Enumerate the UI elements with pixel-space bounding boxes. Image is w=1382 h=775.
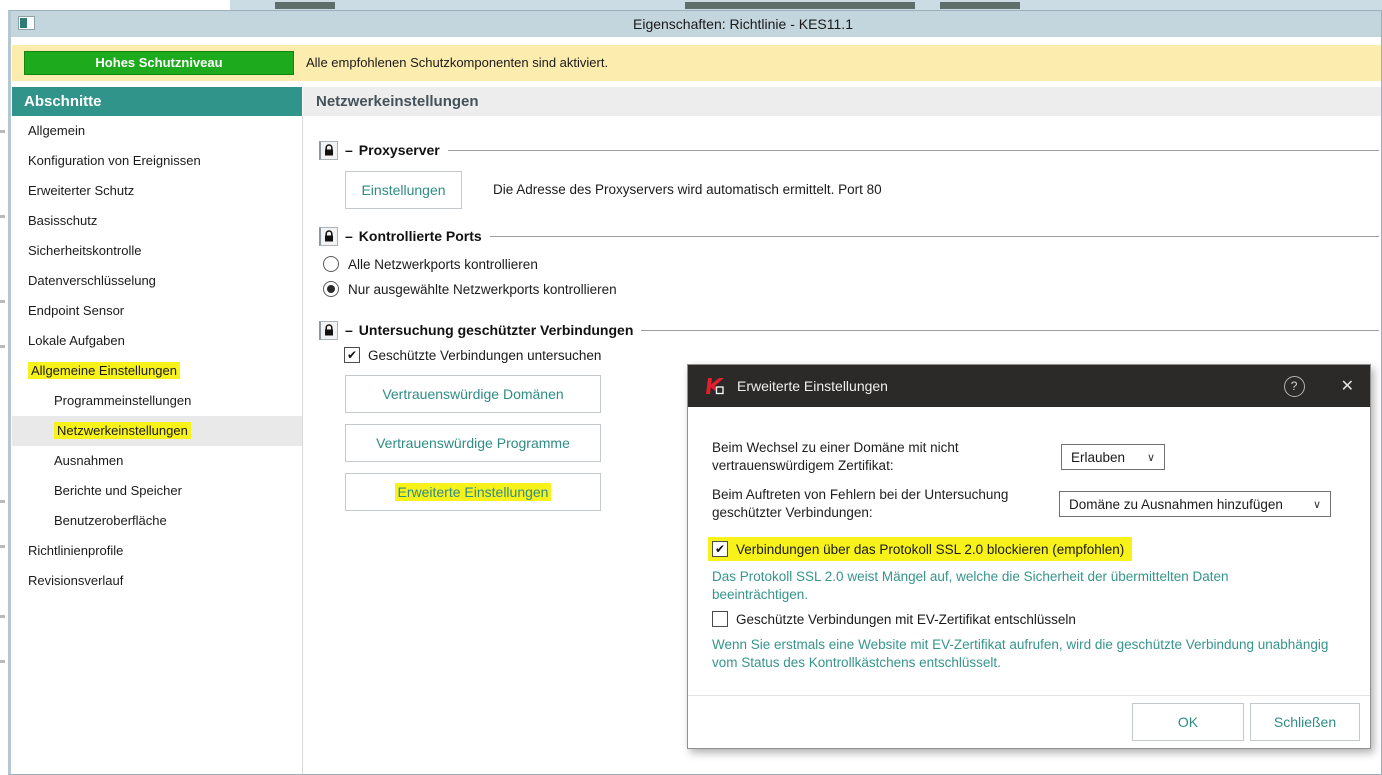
checkbox-label: Geschützte Verbindungen mit EV-Zertifika… — [736, 611, 1076, 627]
page-title: Netzwerkeinstellungen — [303, 87, 1381, 116]
sidebar-item-netzwerkeinstellungen[interactable]: Netzwerkeinstellungen — [12, 416, 302, 446]
scan-errors-label: Beim Auftreten von Fehlern bei der Unter… — [712, 487, 1009, 520]
section-proxyserver: – Proxyserver — [319, 139, 1379, 161]
sidebar-item-revisionsverlauf[interactable]: Revisionsverlauf — [12, 566, 302, 596]
radio-row-all-ports: Alle Netzwerkports kontrollieren — [323, 254, 538, 274]
dialog-title: Erweiterte Einstellungen — [737, 378, 888, 394]
lock-icon[interactable] — [319, 320, 338, 340]
schliessen-button[interactable]: Schließen — [1250, 703, 1360, 741]
sidebar-item-basisschutz[interactable]: Basisschutz — [12, 206, 302, 236]
sidebar-item-endpoint-sensor[interactable]: Endpoint Sensor — [12, 296, 302, 326]
untrusted-cert-dropdown[interactable]: Erlauben ∨ — [1061, 444, 1165, 470]
checkbox-row-block-ssl2: ✔ Verbindungen über das Protokoll SSL 2.… — [708, 537, 1133, 561]
trusted-domains-button[interactable]: Vertrauenswürdige Domänen — [345, 375, 601, 413]
window-icon — [18, 16, 35, 30]
dialog-titlebar: Erweiterte Einstellungen ? ✕ — [688, 365, 1370, 407]
ev-note: Wenn Sie erstmals eine Website mit EV-Ze… — [712, 637, 1329, 670]
properties-window: Eigenschaften: Richtlinie - KES11.1 Hohe… — [8, 10, 1382, 775]
advanced-settings-dialog: Erweiterte Einstellungen ? ✕ Beim Wechse… — [687, 364, 1371, 749]
background-text-fragment — [0, 615, 5, 618]
protection-banner: Hohes Schutzniveau Alle empfohlenen Schu… — [12, 45, 1381, 81]
background-window-edge — [0, 0, 8, 775]
advanced-settings-button[interactable]: Erweiterte Einstellungen — [345, 473, 601, 511]
radio-row-selected-ports: Nur ausgewählte Netzwerkports kontrollie… — [323, 279, 617, 299]
proxy-settings-button[interactable]: Einstellungen — [345, 171, 462, 209]
window-title: Eigenschaften: Richtlinie - KES11.1 — [633, 16, 853, 32]
proxy-description: Die Adresse des Proxyservers wird automa… — [493, 182, 882, 197]
trusted-programs-button[interactable]: Vertrauenswürdige Programme — [345, 424, 601, 462]
section-rule — [641, 330, 1379, 331]
radio-label: Nur ausgewählte Netzwerkports kontrollie… — [348, 281, 617, 297]
help-icon[interactable]: ? — [1283, 375, 1305, 397]
collapse-indicator[interactable]: – — [345, 142, 353, 158]
chevron-down-icon: ∨ — [1146, 451, 1155, 464]
background-text-fragment — [0, 545, 5, 548]
sidebar-item-allgemeine-einstellungen[interactable]: Allgemeine Einstellungen — [12, 356, 302, 386]
collapse-indicator[interactable]: – — [345, 228, 353, 244]
sidebar-divider — [302, 116, 303, 774]
sidebar-item-lokale-aufgaben[interactable]: Lokale Aufgaben — [12, 326, 302, 356]
sidebar-item-benutzeroberflaeche[interactable]: Benutzeroberfläche — [12, 506, 302, 536]
protection-level-button[interactable]: Hohes Schutzniveau — [24, 51, 294, 75]
section-title: Kontrollierte Ports — [358, 228, 482, 244]
sidebar-item-allgemein[interactable]: Allgemein — [12, 116, 302, 146]
sidebar-item-sicherheitskontrolle[interactable]: Sicherheitskontrolle — [12, 236, 302, 266]
block-ssl2-checkbox[interactable]: ✔ — [712, 541, 728, 557]
ev-decrypt-checkbox[interactable] — [712, 611, 728, 627]
checkbox-label: Geschützte Verbindungen untersuchen — [368, 347, 602, 363]
dialog-footer-divider — [688, 695, 1370, 696]
sections-sidebar: Allgemein Konfiguration von Ereignissen … — [12, 116, 302, 596]
sidebar-item-erweiterter-schutz[interactable]: Erweiterter Schutz — [12, 176, 302, 206]
section-untersuchung-verbindungen: – Untersuchung geschützter Verbindungen — [319, 319, 1379, 341]
checkbox-row-inspect-connections: ✔ Geschützte Verbindungen untersuchen — [344, 347, 601, 363]
section-title: Untersuchung geschützter Verbindungen — [358, 322, 634, 338]
ok-button[interactable]: OK — [1132, 703, 1244, 741]
background-window-fragment — [230, 0, 1382, 10]
section-rule — [447, 150, 1379, 151]
sidebar-item-berichte-und-speicher[interactable]: Berichte und Speicher — [12, 476, 302, 506]
ssl2-note: Das Protokoll SSL 2.0 weist Mängel auf, … — [712, 569, 1229, 602]
radio-label: Alle Netzwerkports kontrollieren — [348, 256, 538, 272]
background-text-fragment — [0, 345, 5, 348]
background-text-fragment — [0, 130, 5, 133]
radio-selected-ports[interactable] — [323, 281, 339, 297]
sidebar-item-programmeinstellungen[interactable]: Programmeinstellungen — [12, 386, 302, 416]
section-rule — [489, 236, 1379, 237]
background-text-fragment — [275, 2, 335, 9]
close-icon[interactable]: ✕ — [1341, 376, 1354, 396]
sidebar-item-richtlinienprofile[interactable]: Richtlinienprofile — [12, 536, 302, 566]
sidebar-item-ausnahmen[interactable]: Ausnahmen — [12, 446, 302, 476]
sidebar-header: Abschnitte — [12, 87, 302, 116]
background-text-fragment — [0, 660, 5, 663]
protection-banner-message: Alle empfohlenen Schutzkomponenten sind … — [306, 55, 609, 70]
scan-errors-dropdown[interactable]: Domäne zu Ausnahmen hinzufügen ∨ — [1059, 491, 1331, 517]
checkbox-row-ev-decrypt: Geschützte Verbindungen mit EV-Zertifika… — [712, 611, 1076, 627]
window-titlebar: Eigenschaften: Richtlinie - KES11.1 — [11, 11, 1381, 37]
inspect-connections-checkbox[interactable]: ✔ — [344, 347, 360, 363]
background-text-fragment — [685, 2, 915, 9]
background-text-fragment — [0, 500, 5, 503]
kaspersky-logo-icon — [704, 375, 726, 397]
lock-icon[interactable] — [319, 140, 338, 160]
screen: Eigenschaften: Richtlinie - KES11.1 Hohe… — [0, 0, 1382, 775]
lock-icon[interactable] — [319, 226, 338, 246]
background-text-fragment — [0, 215, 5, 218]
sidebar-item-datenverschluesselung[interactable]: Datenverschlüsselung — [12, 266, 302, 296]
section-title: Proxyserver — [358, 142, 440, 158]
chevron-down-icon: ∨ — [1312, 498, 1321, 511]
collapse-indicator[interactable]: – — [345, 322, 353, 338]
background-text-fragment — [0, 300, 5, 303]
checkbox-label: Verbindungen über das Protokoll SSL 2.0 … — [736, 541, 1125, 557]
sidebar-item-konfiguration-von-ereignissen[interactable]: Konfiguration von Ereignissen — [12, 146, 302, 176]
untrusted-cert-label: Beim Wechsel zu einer Domäne mit nicht v… — [712, 440, 959, 473]
radio-all-ports[interactable] — [323, 256, 339, 272]
section-kontrollierte-ports: – Kontrollierte Ports — [319, 225, 1379, 247]
background-text-fragment — [940, 2, 1020, 9]
